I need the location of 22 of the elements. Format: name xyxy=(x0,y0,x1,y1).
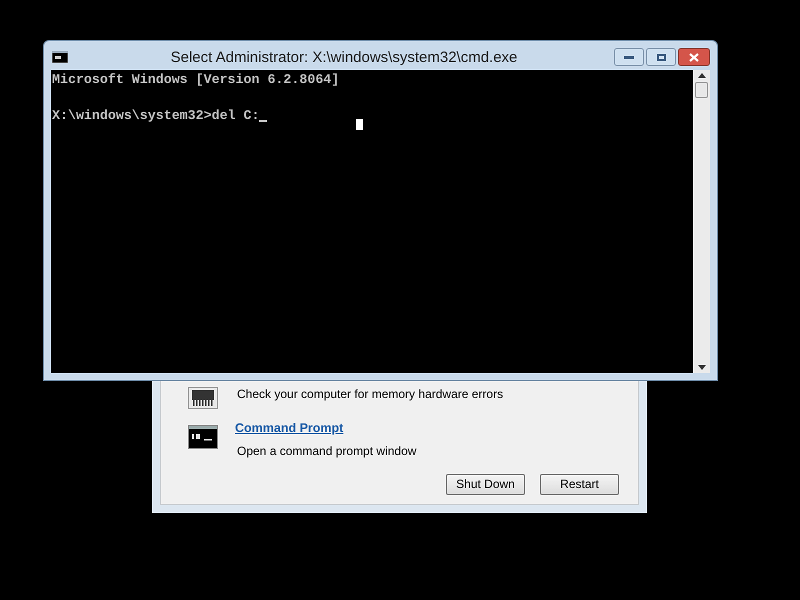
console-line: X:\windows\system32>del C: xyxy=(52,107,260,126)
scroll-thumb[interactable] xyxy=(695,82,708,98)
close-button[interactable] xyxy=(678,48,710,66)
close-icon xyxy=(689,52,699,62)
window-title: Select Administrator: X:\windows\system32\cmd.exe xyxy=(170,48,518,68)
minimize-button[interactable] xyxy=(614,48,644,66)
option-link[interactable]: Command Prompt xyxy=(235,419,416,438)
maximize-button[interactable] xyxy=(646,48,676,66)
memory-chip-icon xyxy=(188,387,218,409)
dialog-button[interactable]: Restart xyxy=(540,474,619,495)
option-description: Check your computer for memory hardware errors xyxy=(237,386,504,403)
dialog-button[interactable]: Shut Down xyxy=(446,474,525,495)
text-cursor xyxy=(259,120,268,122)
console-line: Microsoft Windows [Version 6.2.8064] xyxy=(52,71,340,90)
option-description: Open a command prompt window xyxy=(237,442,416,460)
scroll-down-icon[interactable] xyxy=(698,365,706,370)
scrollbar[interactable] xyxy=(693,70,710,373)
mouse-cursor xyxy=(356,119,363,130)
scroll-up-icon[interactable] xyxy=(698,73,706,78)
console-area[interactable]: Microsoft Windows [Version 6.2.8064] X:\windows\system32>del C: xyxy=(51,70,693,373)
console-icon xyxy=(188,425,218,449)
console-icon xyxy=(52,51,68,63)
